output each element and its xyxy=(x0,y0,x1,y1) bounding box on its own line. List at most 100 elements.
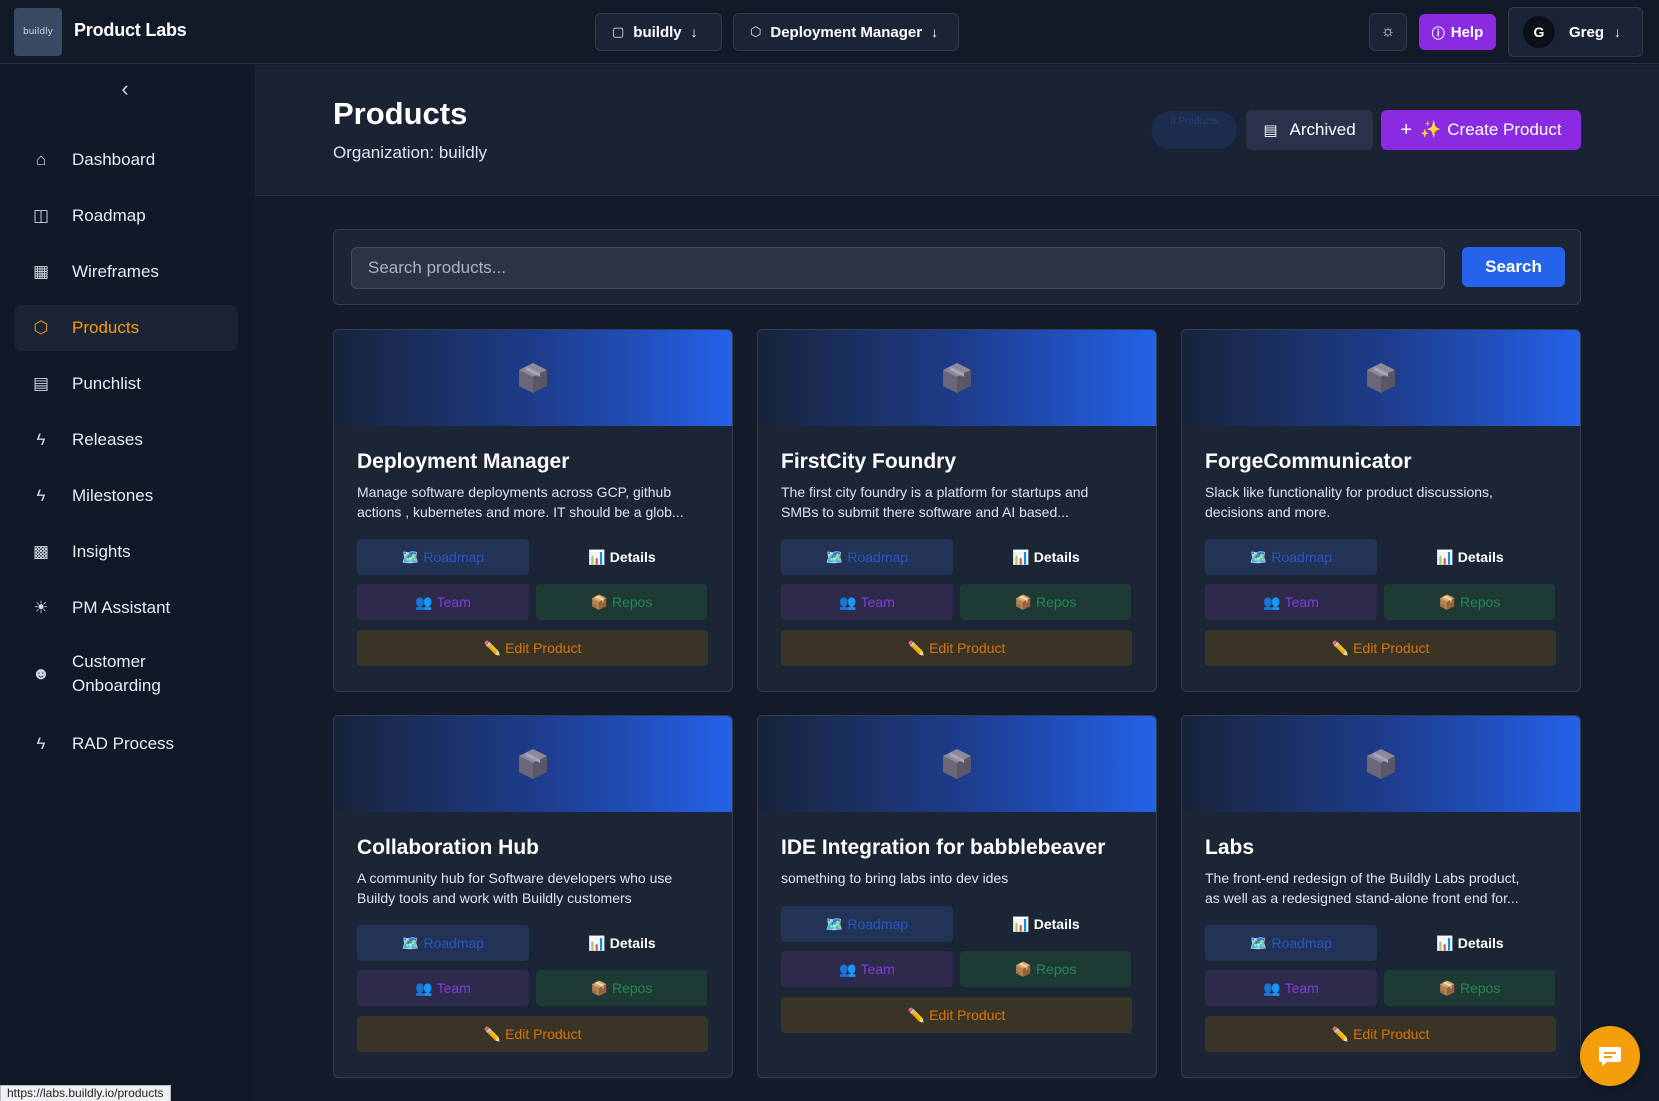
edit-product-button[interactable]: ✏️ Edit Product xyxy=(1205,630,1556,666)
product-card: Labs The front-end redesign of the Buildl… xyxy=(1181,715,1581,1078)
chat-icon xyxy=(1599,1047,1621,1066)
create-product-label: Create Product xyxy=(1447,120,1562,139)
help-label: Help xyxy=(1450,23,1484,41)
user-name: Greg xyxy=(1569,23,1605,41)
product-dropdown[interactable]: ⬡ Deployment Manager ↓ xyxy=(733,13,959,51)
edit-product-button[interactable]: ✏️ Edit Product xyxy=(357,630,708,666)
details-emoji-icon: 📊 xyxy=(1012,548,1030,565)
edit-product-button[interactable]: ✏️ Edit Product xyxy=(1205,1016,1556,1052)
archived-button[interactable]: ▤ Archived xyxy=(1246,110,1373,150)
roadmap-button[interactable]: 🗺️ Roadmap xyxy=(357,539,529,575)
details-button[interactable]: 📊 Details xyxy=(960,906,1132,942)
team-button[interactable]: 👥 Team xyxy=(781,584,953,620)
repos-button[interactable]: 📦 Repos xyxy=(1384,970,1555,1006)
team-label: Team xyxy=(436,594,471,610)
card-description-line: actions , kubernetes and more. IT should… xyxy=(357,504,684,520)
details-button[interactable]: 📊 Details xyxy=(536,925,708,961)
sidebar-item-label: Customer Onboarding xyxy=(72,652,161,695)
edit-product-button[interactable]: ✏️ Edit Product xyxy=(781,997,1132,1033)
card-description: Slack like functionality for product dis… xyxy=(1205,482,1555,522)
user-menu[interactable]: G Greg ↓ xyxy=(1508,7,1643,57)
roadmap-button[interactable]: 🗺️ Roadmap xyxy=(781,539,953,575)
org-dropdown[interactable]: ▢ buildly ↓ xyxy=(595,13,722,51)
package-icon xyxy=(519,749,547,779)
edit-product-button[interactable]: ✏️ Edit Product xyxy=(357,1016,708,1052)
sidebar-item-label: RAD Process xyxy=(72,734,175,753)
search-button[interactable]: Search xyxy=(1462,247,1565,287)
avatar: G xyxy=(1523,16,1555,48)
repos-button[interactable]: 📦 Repos xyxy=(960,584,1131,620)
package-icon xyxy=(943,749,971,779)
edit-product-button[interactable]: ✏️ Edit Product xyxy=(781,630,1132,666)
zap-icon: ϟ xyxy=(36,486,46,505)
bar-chart-icon: ▩ xyxy=(32,542,50,561)
card-banner xyxy=(334,330,732,426)
sidebar-item-punchlist[interactable]: ▤ Punchlist xyxy=(14,361,238,407)
app-logo[interactable]: buildly xyxy=(14,8,62,56)
roadmap-button[interactable]: 🗺️ Roadmap xyxy=(357,925,529,961)
help-button[interactable]: ⓘ Help xyxy=(1419,14,1496,50)
sidebar-item-products[interactable]: ⬡ Products xyxy=(14,305,238,351)
sidebar-item-pm-assistant[interactable]: ☀ PM Assistant xyxy=(14,585,238,631)
sidebar-item-milestones[interactable]: ϟ Milestones xyxy=(14,473,238,519)
sun-icon: ☼ xyxy=(1380,23,1396,40)
roadmap-button[interactable]: 🗺️ Roadmap xyxy=(1205,925,1377,961)
edit-product-emoji-icon: ✏️ xyxy=(907,639,926,656)
card-banner xyxy=(334,716,732,812)
details-button[interactable]: 📊 Details xyxy=(960,539,1132,575)
sidebar-item-rad-process[interactable]: ϟ RAD Process xyxy=(14,721,238,767)
team-button[interactable]: 👥 Team xyxy=(357,970,529,1006)
team-button[interactable]: 👥 Team xyxy=(1205,970,1377,1006)
repos-button[interactable]: 📦 Repos xyxy=(536,584,707,620)
card-banner xyxy=(1182,330,1580,426)
theme-toggle-button[interactable]: ☼ xyxy=(1369,13,1407,51)
product-card: ForgeCommunicator Slack like functionalit… xyxy=(1181,329,1581,692)
sidebar-item-insights[interactable]: ▩ Insights xyxy=(14,529,238,575)
team-button[interactable]: 👥 Team xyxy=(357,584,529,620)
card-description: something to bring labs into dev ides xyxy=(781,868,1131,888)
archive-icon: ▤ xyxy=(1263,122,1278,139)
roadmap-button[interactable]: 🗺️ Roadmap xyxy=(781,906,953,942)
sidebar-item-wireframes[interactable]: ▦ Wireframes xyxy=(14,249,238,295)
sparkles-icon: ✨ xyxy=(1420,120,1442,139)
sidebar-item-label: Products xyxy=(72,318,140,337)
team-label: Team xyxy=(1284,980,1319,996)
details-button[interactable]: 📊 Details xyxy=(1384,539,1556,575)
card-description: A community hub for Software developers … xyxy=(357,868,707,908)
details-emoji-icon: 📊 xyxy=(588,934,606,951)
details-button[interactable]: 📊 Details xyxy=(1384,925,1556,961)
card-banner xyxy=(758,716,1156,812)
repos-label: Repos xyxy=(1459,980,1501,996)
card-description: The front-end redesign of the Buildly La… xyxy=(1205,868,1555,908)
app-title: Product Labs xyxy=(74,20,187,40)
repos-label: Repos xyxy=(1459,594,1501,610)
collapse-sidebar-button[interactable]: ‹ xyxy=(112,77,138,103)
roadmap-button[interactable]: 🗺️ Roadmap xyxy=(1205,539,1377,575)
sidebar: ‹ ⌂ Dashboard ◫ Roadmap ▦ Wireframes ⬡ P… xyxy=(0,65,254,1101)
sidebar-item-dashboard[interactable]: ⌂ Dashboard xyxy=(14,137,238,183)
roadmap-label: Roadmap xyxy=(847,549,909,565)
sidebar-item-customer-onboarding[interactable]: ☻ Customer Onboarding xyxy=(14,643,238,705)
card-description: The first city foundry is a platform for… xyxy=(781,482,1131,522)
repos-button[interactable]: 📦 Repos xyxy=(960,951,1131,987)
repos-emoji-icon: 📦 xyxy=(1438,979,1456,996)
organization-label: Organization: buildly xyxy=(333,143,488,162)
status-bar-url: https://labs.buildly.io/products xyxy=(0,1085,171,1101)
repos-emoji-icon: 📦 xyxy=(1014,960,1032,977)
details-button[interactable]: 📊 Details xyxy=(536,539,708,575)
repos-button[interactable]: 📦 Repos xyxy=(536,970,707,1006)
edit-product-emoji-icon: ✏️ xyxy=(1331,1025,1350,1042)
sidebar-item-releases[interactable]: ϟ Releases xyxy=(14,417,238,463)
sidebar-item-roadmap[interactable]: ◫ Roadmap xyxy=(14,193,238,239)
package-icon xyxy=(519,363,547,393)
team-button[interactable]: 👥 Team xyxy=(1205,584,1377,620)
team-button[interactable]: 👥 Team xyxy=(781,951,953,987)
repos-button[interactable]: 📦 Repos xyxy=(1384,584,1555,620)
details-label: Details xyxy=(1457,935,1504,951)
card-description-line: A community hub for Software developers … xyxy=(357,870,673,886)
sidebar-item-label: Milestones xyxy=(72,486,154,505)
edit-product-emoji-icon: ✏️ xyxy=(907,1006,926,1023)
chat-button[interactable] xyxy=(1580,1026,1640,1086)
search-input[interactable] xyxy=(351,247,1445,289)
create-product-button[interactable]: + ✨ Create Product xyxy=(1381,110,1581,150)
